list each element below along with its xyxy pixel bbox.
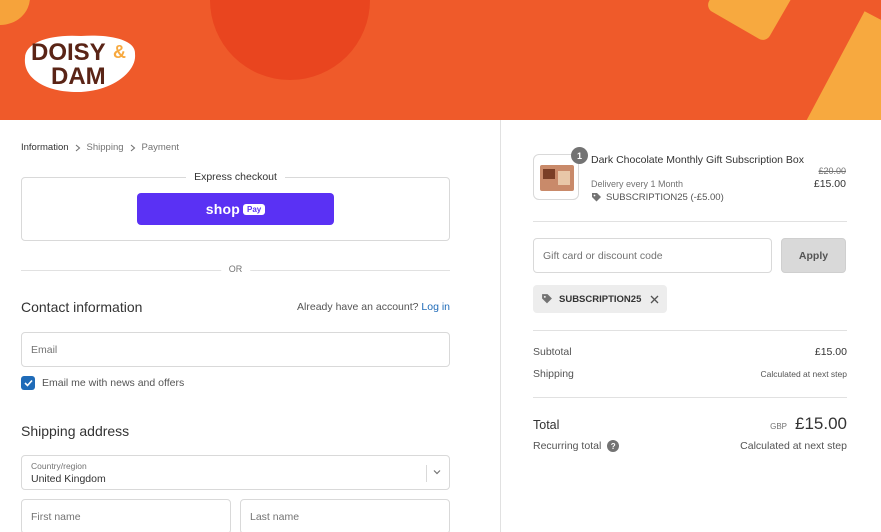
chevron-right-icon: [130, 144, 135, 151]
express-checkout-title: Express checkout: [186, 171, 285, 183]
breadcrumb-information[interactable]: Information: [21, 142, 69, 153]
original-price: £20.00: [818, 166, 846, 176]
decor-shape: [789, 11, 881, 120]
svg-text:&: &: [113, 42, 126, 62]
help-icon[interactable]: ?: [607, 440, 620, 453]
express-checkout: Express checkout shop Pay: [21, 171, 450, 241]
item-discount-text: SUBSCRIPTION25 (-£5.00): [606, 192, 724, 203]
email-input[interactable]: [22, 333, 449, 366]
total-label: Total: [533, 418, 560, 432]
header-banner: DOISY & DAM: [0, 0, 881, 120]
decor-circle: [210, 0, 370, 80]
chevron-down-icon: [433, 470, 441, 475]
breadcrumb-shipping[interactable]: Shipping: [87, 142, 124, 153]
cart-item: 1 Dark Chocolate Monthly Gift Subscripti…: [533, 147, 846, 209]
close-icon: [650, 295, 659, 303]
product-image: [540, 165, 574, 191]
checkmark-icon: [23, 379, 33, 387]
shipping-title: Shipping address: [21, 423, 130, 439]
summary-divider: [533, 221, 847, 222]
last-name-input[interactable]: [241, 500, 449, 532]
shipping-label: Shipping: [533, 368, 574, 380]
shipping-value: Calculated at next step: [760, 369, 847, 379]
item-price: £15.00: [813, 178, 846, 190]
checkout-main: Information Shipping Payment Express che…: [0, 120, 500, 532]
first-name-input[interactable]: [22, 500, 230, 532]
total-row: Total GBP £15.00: [533, 414, 847, 434]
tag-icon: [542, 294, 552, 304]
discount-input[interactable]: [534, 239, 771, 272]
contact-title: Contact information: [21, 299, 143, 315]
shop-pay-button[interactable]: shop Pay: [137, 193, 334, 225]
applied-code: SUBSCRIPTION25: [559, 293, 642, 305]
subtotal-row: Subtotal £15.00: [533, 346, 847, 358]
breadcrumb-payment[interactable]: Payment: [142, 142, 180, 153]
product-name: Dark Chocolate Monthly Gift Subscription…: [591, 154, 805, 166]
country-value: United Kingdom: [31, 473, 106, 485]
tag-icon: [592, 193, 601, 202]
login-link[interactable]: Log in: [421, 301, 450, 313]
subtotal-value: £15.00: [814, 346, 847, 358]
shipping-row: Shipping Calculated at next step: [533, 368, 847, 380]
select-separator: [426, 465, 427, 482]
shop-pay-wordmark: shop: [205, 201, 240, 217]
total-value: £15.00: [795, 414, 847, 433]
total-currency: GBP: [770, 422, 787, 431]
recurring-value: Calculated at next step: [740, 440, 847, 452]
quantity-badge: 1: [571, 147, 588, 164]
summary-divider: [533, 397, 847, 398]
delivery-frequency: Delivery every 1 Month: [591, 179, 684, 189]
have-account-text: Already have an account?: [297, 301, 419, 313]
chevron-right-icon: [75, 144, 80, 151]
or-divider: OR: [21, 264, 450, 276]
decor-shape: [0, 0, 30, 25]
recurring-row: Recurring total ? Calculated at next ste…: [533, 440, 847, 453]
or-label: OR: [220, 264, 251, 274]
brand-logo[interactable]: DOISY & DAM: [21, 32, 138, 94]
applied-discount-tag: SUBSCRIPTION25: [533, 285, 668, 313]
newsletter-label: Email me with news and offers: [42, 377, 185, 389]
breadcrumb: Information Shipping Payment: [21, 142, 179, 153]
country-label: Country/region: [31, 461, 87, 471]
last-name-field[interactable]: [240, 499, 450, 532]
email-field[interactable]: [21, 332, 450, 367]
subtotal-label: Subtotal: [533, 346, 572, 358]
recurring-label: Recurring total: [533, 440, 602, 452]
remove-discount-button[interactable]: [650, 295, 659, 304]
summary-divider: [533, 330, 847, 331]
decor-shape: [705, 0, 801, 43]
shop-pay-pill: Pay: [243, 203, 266, 215]
item-discount: SUBSCRIPTION25 (-£5.00): [591, 192, 724, 203]
first-name-field[interactable]: [21, 499, 231, 532]
newsletter-option[interactable]: Email me with news and offers: [21, 376, 184, 390]
svg-text:DOISY: DOISY: [31, 39, 106, 66]
discount-field[interactable]: [533, 238, 772, 273]
country-select[interactable]: Country/region United Kingdom: [21, 455, 450, 490]
login-prompt: Already have an account? Log in: [297, 301, 450, 313]
newsletter-checkbox[interactable]: [21, 376, 35, 390]
svg-text:DAM: DAM: [51, 63, 106, 90]
apply-button[interactable]: Apply: [781, 238, 846, 273]
order-summary: 1 Dark Chocolate Monthly Gift Subscripti…: [501, 120, 881, 532]
